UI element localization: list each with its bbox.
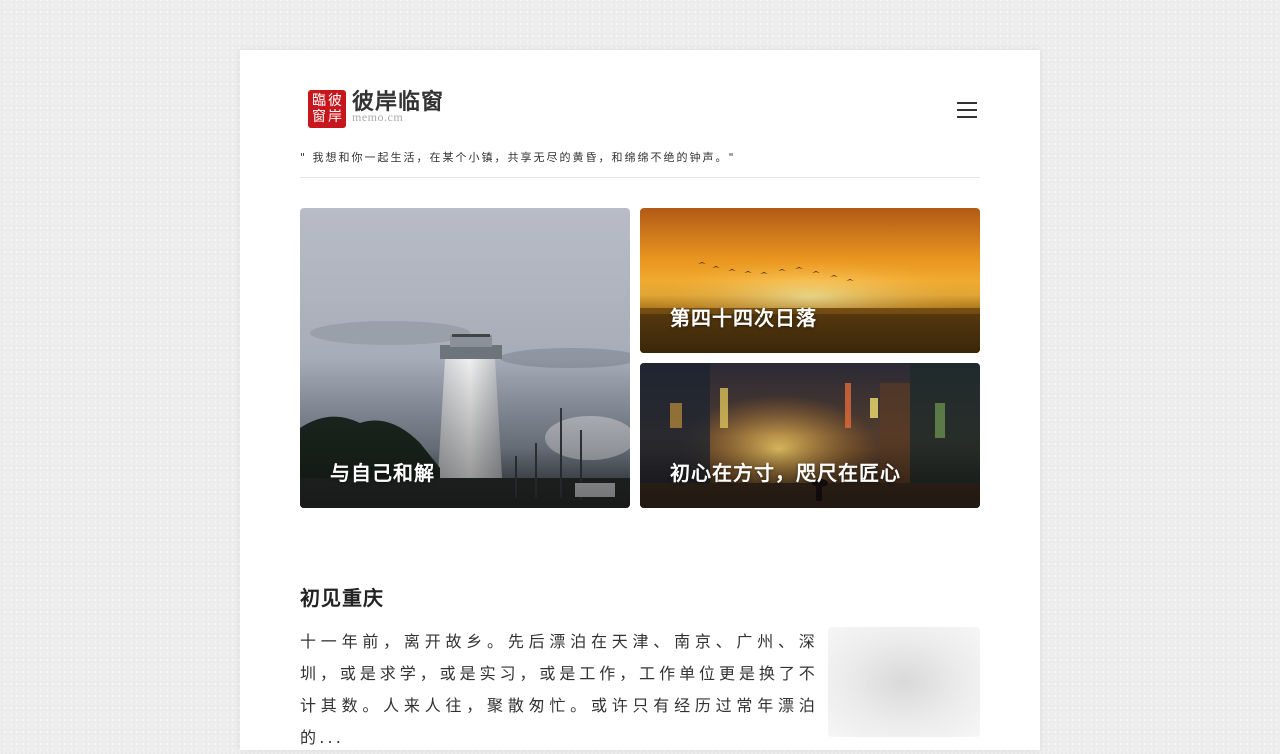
seal-char: 臨 (312, 93, 326, 109)
featured-card-street[interactable]: 初心在方寸，咫尺在匠心 (640, 363, 980, 508)
featured-card-sunset[interactable]: 第四十四次日落 (640, 208, 980, 353)
featured-card-lighthouse[interactable]: 与自己和解 (300, 208, 630, 508)
site-logo[interactable]: 臨 彼 窗 岸 彼岸临窗 memo.cm (308, 89, 444, 130)
site-tagline: " 我想和你一起生活，在某个小镇，共享无尽的黄昏，和绵绵不绝的钟声。" (300, 150, 980, 178)
article-title[interactable]: 初见重庆 (300, 582, 384, 611)
seal-char: 彼 (328, 93, 342, 109)
article-thumbnail[interactable] (828, 627, 980, 737)
featured-title[interactable]: 初心在方寸，咫尺在匠心 (670, 457, 901, 486)
seal-char: 窗 (312, 109, 326, 125)
featured-title[interactable]: 第四十四次日落 (670, 302, 817, 331)
article-excerpt: 十一年前，离开故乡。先后漂泊在天津、南京、广州、深圳，或是求学，或是实习，或是工… (300, 632, 818, 747)
logo-text: 彼岸临窗 memo.cm (352, 89, 444, 123)
content-page: 臨 彼 窗 岸 彼岸临窗 memo.cm " 我想和你一起生活，在某个小镇，共享… (240, 50, 1040, 750)
seal-logo-icon: 臨 彼 窗 岸 (308, 90, 346, 128)
featured-title[interactable]: 与自己和解 (330, 457, 435, 486)
hamburger-menu-icon[interactable] (957, 100, 977, 120)
card-shade (640, 363, 980, 508)
card-shade (640, 208, 980, 353)
seal-char: 岸 (328, 109, 342, 125)
